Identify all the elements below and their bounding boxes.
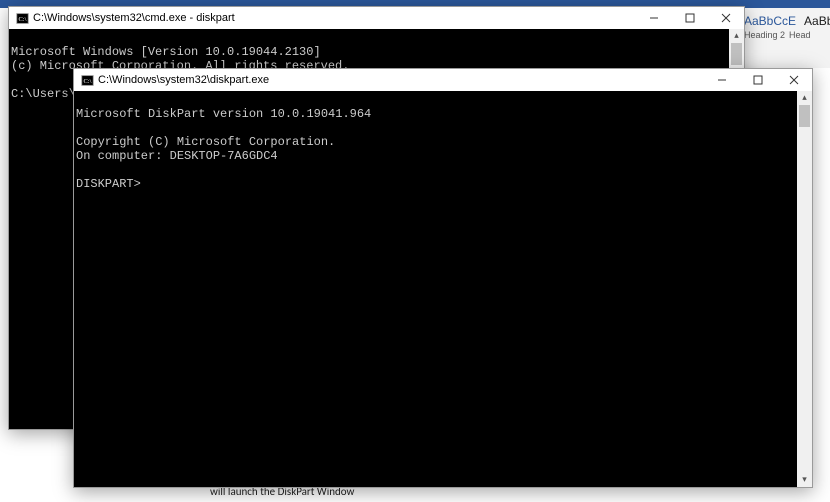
cmd-scrollbar-thumb[interactable] — [731, 43, 742, 65]
maximize-button[interactable] — [740, 69, 776, 91]
diskpart-scrollbar-thumb[interactable] — [799, 105, 810, 127]
diskpart-title-text: C:\Windows\system32\diskpart.exe — [98, 74, 269, 86]
cmd-window-controls — [636, 7, 744, 29]
scroll-down-icon[interactable]: ▾ — [797, 473, 812, 487]
diskpart-scrollbar-track[interactable]: ▴ ▾ — [797, 91, 812, 487]
close-button[interactable] — [776, 69, 812, 91]
diskpart-window-controls — [704, 69, 812, 91]
minimize-button[interactable] — [704, 69, 740, 91]
svg-text:C:\: C:\ — [18, 15, 26, 22]
style-sample-heading[interactable]: AaBb — [804, 14, 830, 28]
cmd-title-text: C:\Windows\system32\cmd.exe - diskpart — [33, 12, 235, 24]
word-styles-panel: AaBbCcE AaBb Heading 2 Head — [740, 8, 830, 68]
diskpart-prompt: DISKPART> — [76, 177, 141, 191]
diskpart-icon: C:\ — [80, 73, 94, 87]
diskpart-terminal-output[interactable]: Microsoft DiskPart version 10.0.19041.96… — [74, 91, 812, 487]
close-button[interactable] — [708, 7, 744, 29]
style-label-heading: Head — [789, 30, 811, 40]
diskpart-line-copyright: Copyright (C) Microsoft Corporation. — [76, 135, 335, 149]
style-sample-heading2[interactable]: AaBbCcE — [744, 14, 796, 28]
scroll-up-icon[interactable]: ▴ — [797, 91, 812, 105]
style-label-heading2: Heading 2 — [744, 30, 785, 40]
cmd-line-version: Microsoft Windows [Version 10.0.19044.21… — [11, 45, 321, 59]
minimize-button[interactable] — [636, 7, 672, 29]
scroll-up-icon[interactable]: ▴ — [729, 29, 744, 43]
cmd-titlebar[interactable]: C:\ C:\Windows\system32\cmd.exe - diskpa… — [9, 7, 744, 29]
diskpart-line-version: Microsoft DiskPart version 10.0.19041.96… — [76, 107, 371, 121]
diskpart-titlebar[interactable]: C:\ C:\Windows\system32\diskpart.exe — [74, 69, 812, 91]
cmd-icon: C:\ — [15, 11, 29, 25]
maximize-button[interactable] — [672, 7, 708, 29]
diskpart-window[interactable]: C:\ C:\Windows\system32\diskpart.exe Mic… — [73, 68, 813, 488]
svg-text:C:\: C:\ — [83, 77, 91, 84]
diskpart-line-computer: On computer: DESKTOP-7A6GDC4 — [76, 149, 278, 163]
